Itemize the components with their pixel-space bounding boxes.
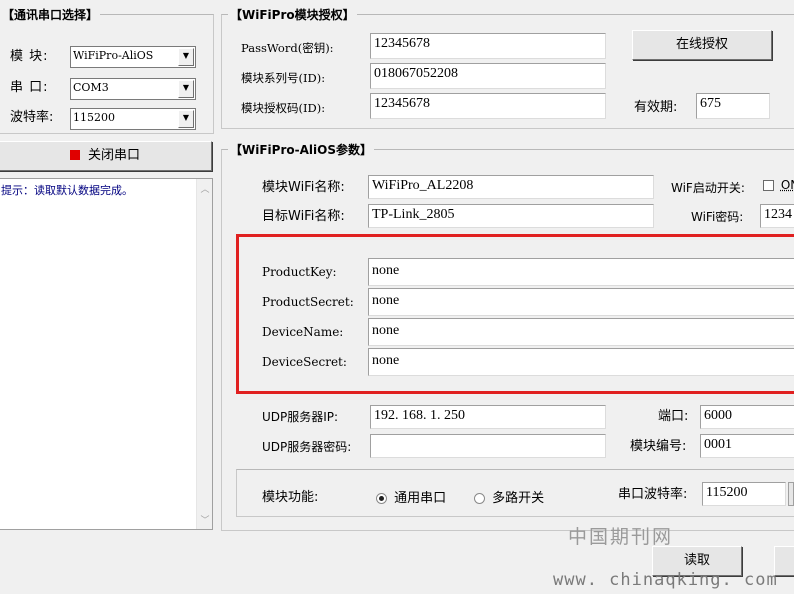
chevron-down-icon[interactable]: ▼ <box>178 110 194 128</box>
udp-ip-field[interactable]: 192. 168. 1. 250 <box>370 405 606 429</box>
product-secret-label: ProductSecret: <box>262 295 354 309</box>
product-key-label: ProductKey: <box>262 265 337 279</box>
udp-password-label: UDP服务器密码: <box>262 440 352 454</box>
radio-switch-label: 多路开关 <box>492 491 545 506</box>
udp-ip-label: UDP服务器IP: <box>262 410 339 424</box>
port-select-value: COM3 <box>73 81 109 94</box>
device-name-label: DeviceName: <box>262 325 344 339</box>
close-port-label: 关闭串口 <box>87 148 140 163</box>
radio-serial[interactable]: 通用串口 <box>376 487 446 506</box>
log-scrollbar[interactable]: ︿ ﹀ <box>196 179 212 529</box>
baud-select-value: 115200 <box>73 111 115 124</box>
module-number-field[interactable]: 0001 <box>700 434 794 458</box>
online-auth-button[interactable]: 在线授权 <box>632 30 772 60</box>
params-title: 【WiFiPro-AliOS参数】 <box>228 143 374 157</box>
baud-label: 波特率: <box>10 110 54 125</box>
scroll-down-icon[interactable]: ﹀ <box>197 513 213 526</box>
validity-field[interactable]: 675 <box>696 93 770 119</box>
serial-label: 模块系列号(ID): <box>241 71 326 85</box>
authcode-label: 模块授权码(ID): <box>241 101 326 115</box>
device-name-field[interactable]: none <box>368 318 794 346</box>
close-port-button[interactable]: 关闭串口 <box>0 141 212 171</box>
wifi-switch-label: WiF启动开关: <box>671 181 745 195</box>
log-text: 提示：读取默认数据完成。 <box>1 184 133 197</box>
module-wifi-field[interactable]: WiFiPro_AL2208 <box>368 175 654 199</box>
validity-label: 有效期: <box>634 100 678 115</box>
target-wifi-label: 目标WiFi名称: <box>262 209 345 224</box>
module-number-label: 模块编号: <box>630 439 687 454</box>
password-label: PassWord(密钥): <box>241 41 334 55</box>
product-key-field[interactable]: none <box>368 258 794 286</box>
port-select[interactable]: COM3 ▼ <box>70 78 196 100</box>
udp-port-field[interactable]: 6000 <box>700 405 794 429</box>
watermark-cn: 中国期刊网 <box>568 526 674 548</box>
target-wifi-field[interactable]: TP-Link_2805 <box>368 204 654 228</box>
baud-select[interactable]: 115200 ▼ <box>70 108 196 130</box>
wifi-switch-checkbox[interactable]: ON <box>763 178 794 192</box>
port-label: 串 口: <box>10 80 49 95</box>
module-label: 模 块: <box>10 49 49 64</box>
radio-serial-label: 通用串口 <box>394 491 447 506</box>
authcode-field[interactable]: 12345678 <box>370 93 606 119</box>
wifi-password-label: WiFi密码: <box>691 210 744 224</box>
radio-checked-icon[interactable] <box>376 493 387 504</box>
watermark-url: www. chinaqking. com <box>553 570 778 590</box>
chevron-down-icon[interactable]: ▼ <box>178 48 194 66</box>
password-field[interactable]: 12345678 <box>370 33 606 59</box>
wifi-password-field[interactable]: 1234 <box>760 204 794 228</box>
udp-port-label: 端口: <box>658 409 689 424</box>
log-textarea[interactable]: 提示：读取默认数据完成。 ︿ ﹀ <box>0 178 213 530</box>
udp-password-field[interactable] <box>370 434 606 458</box>
auth-title: 【WiFiPro模块授权】 <box>228 8 357 22</box>
function-label: 模块功能: <box>262 490 319 505</box>
serial-field[interactable]: 018067052208 <box>370 63 606 89</box>
radio-switch[interactable]: 多路开关 <box>474 487 544 506</box>
status-square-icon <box>69 150 80 160</box>
checkbox-icon[interactable] <box>763 180 774 191</box>
module-select[interactable]: WiFiPro-AliOS ▼ <box>70 46 196 68</box>
module-wifi-label: 模块WiFi名称: <box>262 180 345 195</box>
scroll-up-icon[interactable]: ︿ <box>197 182 213 195</box>
serial-baud-dropdown[interactable] <box>788 482 794 506</box>
device-secret-label: DeviceSecret: <box>262 355 347 369</box>
serial-baud-field[interactable]: 115200 <box>702 482 786 506</box>
device-secret-field[interactable]: none <box>368 348 794 376</box>
radio-unchecked-icon[interactable] <box>474 493 485 504</box>
chevron-down-icon[interactable]: ▼ <box>178 80 194 98</box>
module-select-value: WiFiPro-AliOS <box>73 49 154 62</box>
comm-port-title: 【通讯串口选择】 <box>0 8 101 22</box>
serial-baud-label: 串口波特率: <box>618 487 688 502</box>
product-secret-field[interactable]: none <box>368 288 794 316</box>
wifi-switch-option: ON <box>780 178 794 192</box>
